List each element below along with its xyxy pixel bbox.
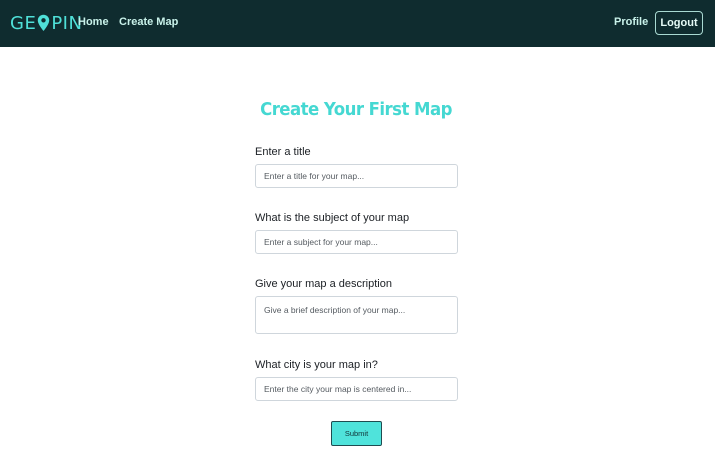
subject-label: What is the subject of your map [255, 212, 410, 224]
city-input[interactable] [255, 377, 458, 401]
page-title: Create Your First Map [260, 99, 452, 120]
submit-button[interactable]: Submit [331, 421, 382, 446]
logo[interactable]: GE PIN [10, 12, 82, 34]
subject-input[interactable] [255, 230, 458, 254]
logout-button[interactable]: Logout [655, 11, 703, 35]
nav-create-map-link[interactable]: Create Map [119, 16, 178, 28]
city-label: What city is your map in? [255, 359, 378, 371]
title-label: Enter a title [255, 146, 311, 158]
description-textarea[interactable] [255, 296, 458, 334]
navbar: GE PIN Home Create Map Profile Logout [0, 0, 715, 47]
map-pin-icon [37, 14, 50, 32]
description-label: Give your map a description [255, 278, 392, 290]
logo-text-left: GE [10, 12, 37, 34]
title-input[interactable] [255, 164, 458, 188]
nav-profile-link[interactable]: Profile [614, 16, 648, 28]
nav-home-link[interactable]: Home [78, 16, 109, 28]
